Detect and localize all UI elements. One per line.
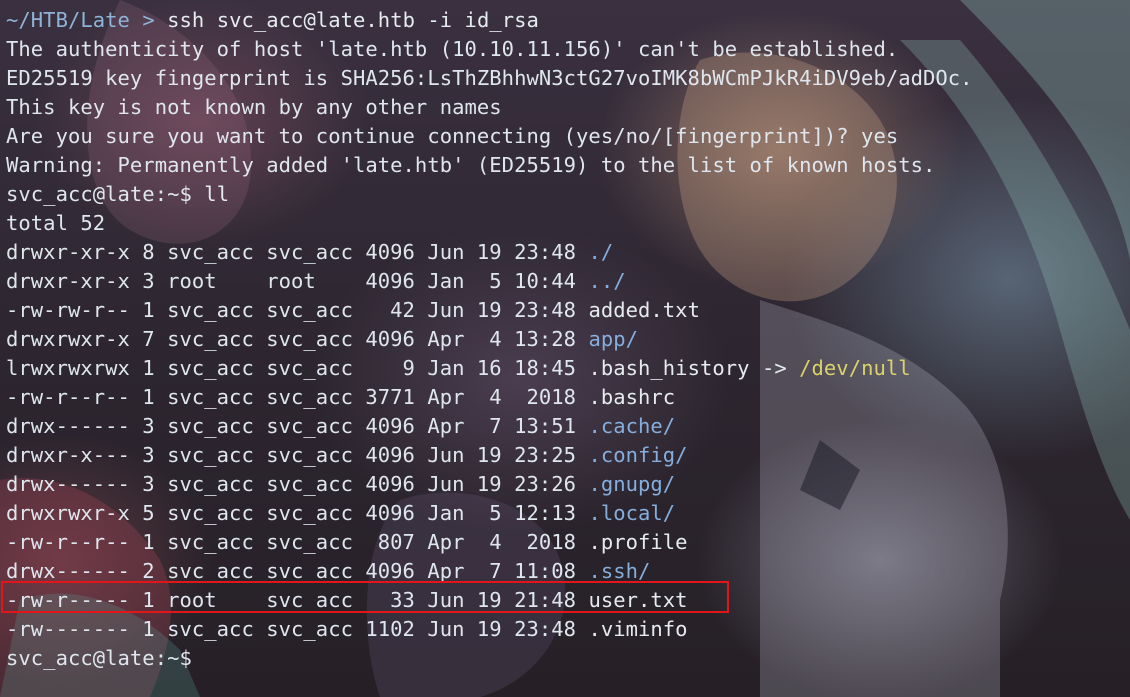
listing-name: .local/ bbox=[588, 501, 676, 525]
listing-row: drwx------ 3 svc_acc svc_acc 4096 Apr 7 … bbox=[6, 412, 1126, 441]
listing-name: added.txt bbox=[588, 298, 700, 322]
listing-name: app/ bbox=[588, 327, 639, 351]
listing-meta: -rw-r--r-- 1 svc_acc svc_acc 3771 Apr 4 … bbox=[6, 385, 589, 409]
listing-row: -rw------- 1 svc_acc svc_acc 1102 Jun 19… bbox=[6, 615, 1126, 644]
listing-row: drwxr-xr-x 3 root root 4096 Jan 5 10:44 … bbox=[6, 267, 1126, 296]
listing-name: .cache/ bbox=[588, 414, 676, 438]
highlight-box bbox=[1, 581, 729, 613]
listing-name: .bash_history bbox=[588, 356, 750, 380]
listing-name: .config/ bbox=[588, 443, 688, 467]
listing-row: drwx------ 3 svc_acc svc_acc 4096 Jun 19… bbox=[6, 470, 1126, 499]
command-line-ll: svc_acc@late:~$ ll bbox=[6, 180, 1126, 209]
command-line-ssh: ~/HTB/Late > ssh svc_acc@late.htb -i id_… bbox=[6, 6, 1126, 35]
ssh-message: Are you sure you want to continue connec… bbox=[6, 124, 899, 148]
listing-meta: drwxr-xr-x 3 root root 4096 Jan 5 10:44 bbox=[6, 269, 589, 293]
listing-name: ../ bbox=[588, 269, 626, 293]
listing-name: .ssh/ bbox=[588, 559, 651, 583]
listing-meta: drwxrwxr-x 5 svc_acc svc_acc 4096 Jan 5 … bbox=[6, 501, 589, 525]
prompt-arrow: > bbox=[142, 8, 155, 32]
listing-meta: -rw-rw-r-- 1 svc_acc svc_acc 42 Jun 19 2… bbox=[6, 298, 589, 322]
ssh-message: This key is not known by any other names bbox=[6, 95, 502, 119]
listing-meta: drwxr-x--- 3 svc_acc svc_acc 4096 Jun 19… bbox=[6, 443, 589, 467]
listing-meta: drwx------ 3 svc_acc svc_acc 4096 Jun 19… bbox=[6, 472, 589, 496]
terminal-output: ~/HTB/Late > ssh svc_acc@late.htb -i id_… bbox=[6, 6, 1126, 673]
ssh-command: ssh svc_acc@late.htb -i id_rsa bbox=[167, 8, 539, 32]
listing-name: ./ bbox=[588, 240, 614, 264]
listing-meta: drwxr-xr-x 8 svc_acc svc_acc 4096 Jun 19… bbox=[6, 240, 589, 264]
listing-row: drwxrwxr-x 5 svc_acc svc_acc 4096 Jan 5 … bbox=[6, 499, 1126, 528]
listing-row: drwxr-xr-x 8 svc_acc svc_acc 4096 Jun 19… bbox=[6, 238, 1126, 267]
ssh-message: The authenticity of host 'late.htb (10.1… bbox=[6, 37, 899, 61]
listing-meta: lrwxrwxrwx 1 svc_acc svc_acc 9 Jan 16 18… bbox=[6, 356, 589, 380]
listing-name: .viminfo bbox=[588, 617, 688, 641]
ssh-message: ED25519 key fingerprint is SHA256:LsThZB… bbox=[6, 66, 973, 90]
remote-prompt: svc_acc@late:~$ bbox=[6, 182, 192, 206]
symlink-arrow: -> bbox=[749, 356, 800, 380]
listing-meta: -rw------- 1 svc_acc svc_acc 1102 Jun 19… bbox=[6, 617, 589, 641]
listing-meta: drwx------ 3 svc_acc svc_acc 4096 Apr 7 … bbox=[6, 414, 589, 438]
remote-prompt: svc_acc@late:~$ bbox=[6, 646, 192, 670]
listing-row: lrwxrwxrwx 1 svc_acc svc_acc 9 Jan 16 18… bbox=[6, 354, 1126, 383]
listing-row: drwxr-x--- 3 svc_acc svc_acc 4096 Jun 19… bbox=[6, 441, 1126, 470]
listing-row: -rw-rw-r-- 1 svc_acc svc_acc 42 Jun 19 2… bbox=[6, 296, 1126, 325]
listing-meta: drwxrwxr-x 7 svc_acc svc_acc 4096 Apr 4 … bbox=[6, 327, 589, 351]
listing-row: drwxrwxr-x 7 svc_acc svc_acc 4096 Apr 4 … bbox=[6, 325, 1126, 354]
listing-meta: -rw-r--r-- 1 svc_acc svc_acc 807 Apr 4 2… bbox=[6, 530, 589, 554]
total-line: total 52 bbox=[6, 211, 106, 235]
symlink-target: /dev/null bbox=[799, 356, 911, 380]
ssh-message: Warning: Permanently added 'late.htb' (E… bbox=[6, 153, 936, 177]
listing-row: -rw-r--r-- 1 svc_acc svc_acc 3771 Apr 4 … bbox=[6, 383, 1126, 412]
listing-meta: drwx------ 2 svc_acc svc_acc 4096 Apr 7 … bbox=[6, 559, 589, 583]
ll-command: ll bbox=[204, 182, 230, 206]
prompt-path: ~/HTB/Late bbox=[6, 8, 130, 32]
listing-name: .gnupg/ bbox=[588, 472, 676, 496]
listing-name: .profile bbox=[588, 530, 688, 554]
listing-row: -rw-r--r-- 1 svc_acc svc_acc 807 Apr 4 2… bbox=[6, 528, 1126, 557]
listing-name: .bashrc bbox=[588, 385, 676, 409]
final-prompt-line[interactable]: svc_acc@late:~$ bbox=[6, 644, 1126, 673]
